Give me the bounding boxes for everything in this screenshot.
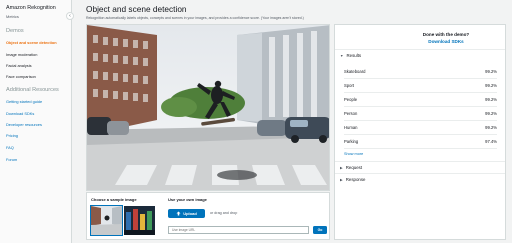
- result-label: Sport: [344, 82, 355, 88]
- result-row: Human 99.2%: [344, 121, 497, 135]
- show-more-link[interactable]: Show more: [344, 152, 363, 156]
- request-section-toggle[interactable]: ▶ Request: [340, 165, 362, 170]
- sidebar-item-face-comparison[interactable]: Face comparison: [6, 74, 36, 79]
- upload-button-label: Upload: [183, 211, 197, 216]
- result-confidence: 97.4%: [485, 138, 497, 144]
- divider: [335, 161, 505, 162]
- result-label: People: [344, 96, 358, 102]
- sidebar-section-resources: Additional Resources: [6, 87, 59, 93]
- result-confidence: 99.2%: [485, 124, 497, 130]
- image-url-input[interactable]: [168, 226, 309, 234]
- chevron-left-icon[interactable]: ‹: [66, 12, 74, 20]
- result-row: Skateboard 99.2%: [344, 65, 497, 79]
- upload-button[interactable]: Upload: [168, 209, 205, 218]
- sidebar-item-faq[interactable]: FAQ: [6, 145, 14, 150]
- result-confidence: 99.2%: [485, 110, 497, 116]
- sidebar-item-metrics[interactable]: Metrics: [6, 14, 19, 19]
- sidebar-item-download-sdks[interactable]: Download SDKs: [6, 111, 34, 116]
- divider: [335, 49, 505, 50]
- sidebar-section-demos: Demos: [6, 28, 24, 34]
- result-label: Person: [344, 110, 358, 116]
- request-heading: Request: [345, 165, 363, 170]
- sidebar-item-developer-resources[interactable]: Developer resources: [6, 122, 42, 127]
- divider: [335, 173, 505, 174]
- result-row: Sport 99.2%: [344, 79, 497, 93]
- caret-right-icon: ▶: [340, 177, 343, 182]
- result-label: Skateboard: [344, 68, 366, 74]
- upload-heading: Use your own image: [168, 197, 207, 202]
- caret-right-icon: ▶: [340, 165, 343, 170]
- results-heading: Results: [346, 53, 362, 58]
- caret-down-icon: ▼: [340, 53, 344, 58]
- results-section-toggle[interactable]: ▼ Results: [340, 53, 361, 58]
- result-row: Person 99.2%: [344, 107, 497, 121]
- results-panel: Done with the demo? Download SDKs ▼ Resu…: [334, 24, 506, 240]
- sidebar-item-forum[interactable]: Forum: [6, 157, 17, 162]
- sidebar: Amazon Rekognition ‹ Metrics Demos Objec…: [0, 0, 74, 243]
- done-demo-text: Done with the demo?: [422, 32, 470, 37]
- sidebar-item-pricing[interactable]: Pricing: [6, 133, 18, 138]
- result-label: Parking: [344, 138, 359, 144]
- image-input-panel: Choose a sample image Use your own image…: [86, 192, 330, 240]
- analyzed-image: [86, 24, 330, 191]
- drag-drop-hint: or drag and drop: [210, 211, 238, 215]
- sidebar-item-object-scene-detection[interactable]: Object and scene detection: [6, 40, 57, 45]
- sample-image-heading: Choose a sample image: [91, 197, 137, 202]
- result-confidence: 99.2%: [485, 96, 497, 102]
- go-button[interactable]: Go: [313, 226, 327, 234]
- page-description: Rekognition automatically labels objects…: [86, 16, 304, 20]
- result-label: Human: [344, 124, 358, 130]
- result-row: People 99.2%: [344, 93, 497, 107]
- result-confidence: 99.2%: [485, 82, 497, 88]
- result-confidence: 99.2%: [485, 68, 497, 74]
- sidebar-item-facial-analysis[interactable]: Facial analysis: [6, 63, 32, 68]
- sample-image-thumbnail-1[interactable]: [90, 205, 123, 236]
- response-heading: Response: [345, 177, 366, 182]
- sidebar-title: Amazon Rekognition: [6, 5, 56, 11]
- result-row: Parking 97.4%: [344, 135, 497, 149]
- sidebar-item-image-moderation[interactable]: Image moderation: [6, 52, 37, 57]
- page-title: Object and scene detection: [86, 4, 187, 14]
- response-section-toggle[interactable]: ▶ Response: [340, 177, 365, 182]
- download-sdks-link[interactable]: Download SDKs: [335, 39, 507, 44]
- sidebar-item-getting-started[interactable]: Getting started guide: [6, 99, 42, 104]
- sample-image-thumbnail-2[interactable]: [124, 206, 155, 235]
- upload-icon: [176, 211, 181, 216]
